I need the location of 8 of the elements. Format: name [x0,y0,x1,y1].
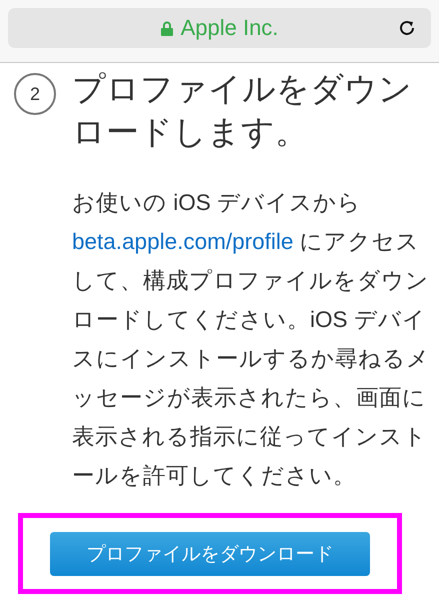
step-title: プロファイルをダウンロードします。 [72,69,413,152]
site-name: Apple Inc. [180,15,278,41]
download-button[interactable]: プロファイルをダウンロード [50,532,370,576]
address-bar[interactable]: Apple Inc. [8,8,431,48]
profile-link[interactable]: beta.apple.com/profile [72,229,294,254]
step-number: 2 [14,73,56,115]
reload-icon[interactable] [397,18,417,38]
instructions-text: お使いの iOS デバイスから beta.apple.com/profile にアクセスして、構成プロファイルをダウンロードしてください。iOS デバイスにインストールするか尋ねるメッセージが表示されたら、画面に表示される指示に従ってインストールを許可してください。 [72,189,431,490]
